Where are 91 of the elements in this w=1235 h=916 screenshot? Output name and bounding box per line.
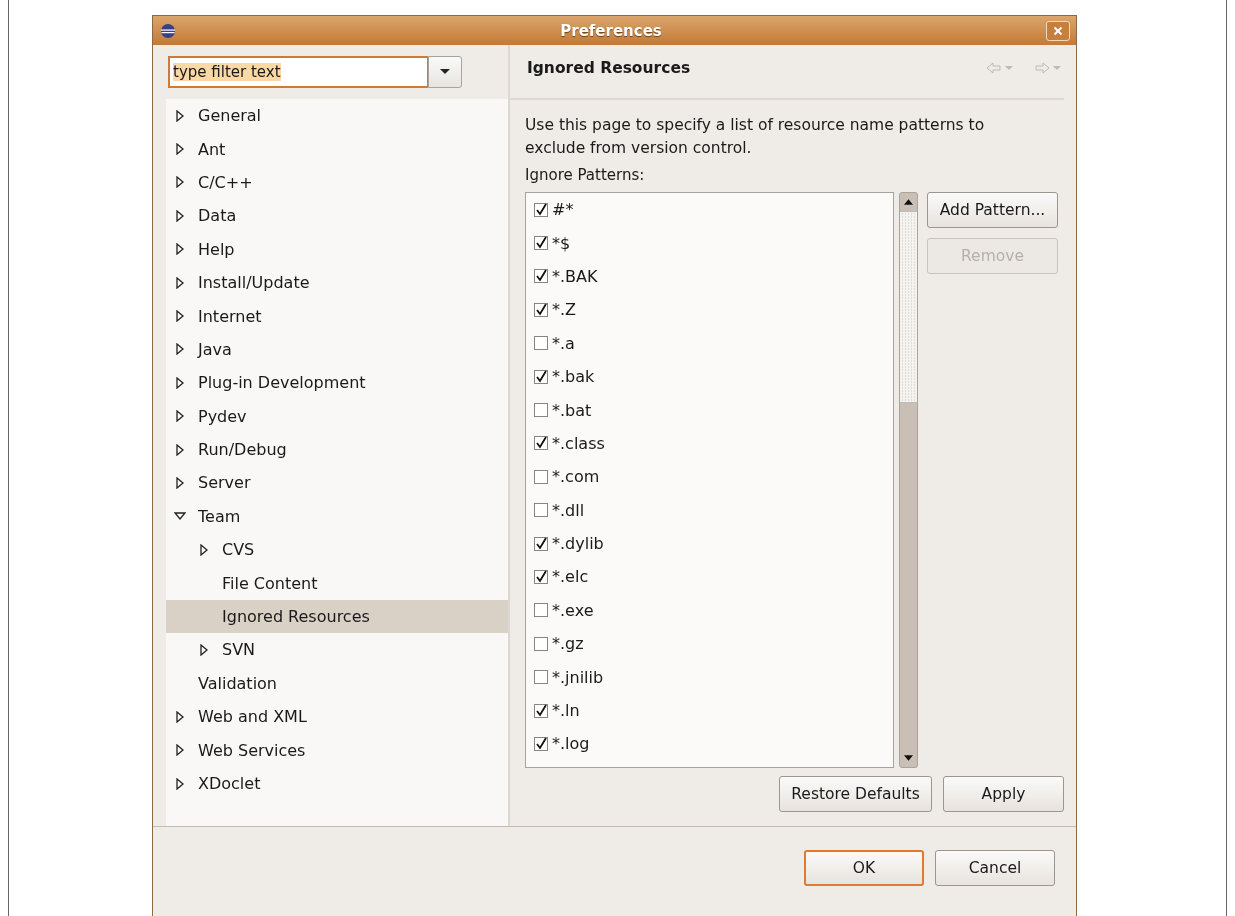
collapsed-arrow-icon[interactable] [174, 276, 186, 289]
tree-item[interactable]: Web Services [166, 733, 508, 767]
tree-item[interactable]: CVS [166, 533, 508, 567]
caret-icon [440, 69, 450, 75]
collapsed-arrow-icon[interactable] [174, 243, 186, 256]
checkbox[interactable] [534, 302, 548, 317]
pattern-label: *.com [552, 467, 600, 487]
checkbox[interactable] [534, 703, 548, 718]
checkbox[interactable] [534, 469, 548, 484]
collapsed-arrow-icon[interactable] [174, 109, 186, 122]
checkbox[interactable] [534, 736, 548, 751]
checkbox[interactable] [534, 503, 548, 518]
checkbox[interactable] [534, 369, 548, 384]
scrollbar-thumb[interactable] [900, 211, 917, 403]
dialog-button[interactable]: OK [804, 850, 924, 886]
tree-item[interactable]: File Content [166, 566, 508, 600]
page-button[interactable]: Restore Defaults [779, 776, 932, 812]
collapsed-arrow-icon[interactable] [174, 176, 186, 189]
tree-item[interactable]: Plug-in Development [166, 366, 508, 400]
scrollbar[interactable] [899, 192, 918, 768]
pattern-label: *.elc [552, 567, 589, 587]
checkbox[interactable] [534, 670, 548, 685]
scroll-up-icon[interactable] [904, 199, 913, 205]
tree-item[interactable]: C/C++ [166, 165, 508, 200]
checkbox[interactable] [534, 436, 548, 451]
pattern-label: *.dll [552, 500, 585, 520]
tree-item[interactable]: SVN [166, 633, 508, 667]
globe-icon [160, 22, 176, 39]
checkbox[interactable] [534, 536, 548, 551]
pattern-label: *.dylib [552, 534, 604, 554]
pattern-label: *.exe [552, 600, 594, 620]
checkbox[interactable] [534, 269, 548, 284]
tree-item[interactable]: Pydev [166, 399, 508, 433]
collapsed-arrow-icon[interactable] [198, 543, 210, 556]
tree-item[interactable]: General [166, 99, 508, 133]
tree-item[interactable]: Run/Debug [166, 432, 508, 467]
collapsed-arrow-icon[interactable] [174, 710, 186, 723]
pattern-label: *.BAK [552, 266, 598, 286]
collapsed-arrow-icon[interactable] [174, 343, 186, 356]
page-title: Ignored Resources [527, 58, 691, 77]
collapsed-arrow-icon[interactable] [174, 310, 186, 323]
tree-item[interactable]: Ignored Resources [166, 599, 508, 634]
checkbox[interactable] [534, 236, 548, 251]
checkbox[interactable] [534, 570, 548, 584]
tree-item[interactable]: Validation [166, 666, 508, 701]
collapsed-arrow-icon[interactable] [174, 477, 186, 489]
collapsed-arrow-icon[interactable] [174, 410, 186, 423]
collapsed-arrow-icon[interactable] [174, 744, 186, 757]
tree-item[interactable]: Install/Update [166, 265, 508, 300]
tree-item[interactable]: Internet [166, 299, 508, 333]
description-text: Use this page to specify a list of resource name patterns to exclude from version control. [525, 115, 986, 159]
close-button[interactable] [1046, 20, 1070, 41]
checkbox[interactable] [534, 636, 548, 651]
pattern-label: *.log [552, 734, 590, 754]
pattern-label: *.bak [552, 367, 595, 387]
pattern-label: *.Z [552, 300, 577, 320]
filter-field[interactable]: type filter text [168, 56, 428, 88]
checkbox[interactable] [534, 403, 548, 418]
tree-item[interactable]: Server [166, 466, 508, 500]
pattern-label: #* [552, 200, 574, 220]
collapsed-arrow-icon[interactable] [174, 443, 186, 456]
close-icon [1053, 25, 1063, 36]
pattern-action-button[interactable]: Add Pattern... [927, 192, 1058, 228]
tree-item[interactable]: Data [166, 199, 508, 233]
collapsed-arrow-icon[interactable] [174, 777, 186, 790]
collapsed-arrow-icon[interactable] [174, 209, 186, 222]
pattern-label: *.bat [552, 400, 592, 420]
scroll-down-icon[interactable] [904, 755, 913, 761]
pattern-label: *.gz [552, 634, 584, 654]
pattern-label: *$ [552, 233, 571, 253]
checkbox[interactable] [534, 336, 548, 351]
checkbox[interactable] [534, 202, 548, 217]
pattern-label: *.class [552, 433, 605, 453]
checkbox[interactable] [534, 603, 548, 618]
pattern-label: *.ln [552, 701, 580, 721]
pattern-label: *.jnilib [552, 667, 604, 687]
pattern-label: *.a [552, 333, 575, 353]
dropdown-button[interactable] [428, 56, 462, 88]
tree-item[interactable]: Java [166, 332, 508, 367]
tree-item[interactable]: Team [166, 499, 508, 534]
tree-item[interactable]: Web and XML [166, 700, 508, 734]
tree-item[interactable]: Help [166, 232, 508, 266]
collapsed-arrow-icon[interactable] [174, 143, 186, 156]
dialog-button[interactable]: Cancel [935, 850, 1055, 886]
page-button[interactable]: Apply [943, 776, 1064, 812]
tree-item[interactable]: Ant [166, 132, 508, 166]
window-title: Preferences [559, 21, 663, 40]
collapsed-arrow-icon[interactable] [174, 376, 186, 389]
collapsed-arrow-icon[interactable] [198, 643, 210, 656]
list-label: Ignore Patterns: [525, 166, 646, 184]
tree-item[interactable]: XDoclet [166, 766, 508, 801]
